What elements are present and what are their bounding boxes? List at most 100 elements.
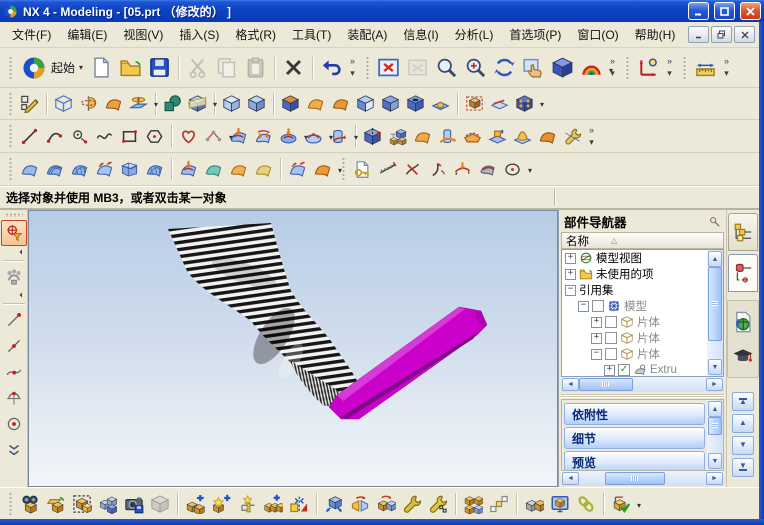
toolbar-grip[interactable] — [9, 157, 12, 181]
menu-item-7[interactable]: 装配(A) — [339, 23, 395, 46]
bounded-plane-icon[interactable] — [142, 157, 167, 182]
minimize-button[interactable] — [688, 2, 709, 20]
tree-expander[interactable]: + — [565, 252, 576, 264]
product-outline-icon[interactable] — [95, 491, 121, 517]
toolbar-grip[interactable] — [9, 491, 12, 516]
zoom-in-out-icon[interactable] — [461, 53, 490, 82]
pad-icon[interactable] — [485, 124, 510, 149]
toolbar-grip[interactable] — [683, 55, 687, 80]
through-curves-icon[interactable] — [42, 157, 67, 182]
scroll-left-arrow[interactable]: ◄ — [562, 378, 579, 391]
scroll-up-arrow[interactable]: ▲ — [708, 251, 722, 267]
tree-row[interactable]: + 片体 — [562, 330, 707, 346]
scroll-to-bottom-button[interactable]: ▼ — [732, 458, 754, 477]
shaded-display-icon[interactable] — [244, 91, 269, 116]
chamfer-icon[interactable] — [353, 91, 378, 116]
sketch-icon[interactable] — [17, 91, 42, 116]
flange-surface-icon[interactable]: ▾ — [310, 157, 342, 182]
linked-body-icon[interactable] — [462, 91, 487, 116]
boss-icon[interactable] — [428, 91, 453, 116]
maximize-button[interactable] — [714, 2, 735, 20]
start-menu-button[interactable]: 起始 ▾ — [17, 54, 87, 82]
pin-icon[interactable] — [708, 215, 721, 228]
scroll-up-arrow[interactable]: ▲ — [708, 401, 722, 417]
flange-icon[interactable] — [303, 91, 328, 116]
assembly-navigator-tab[interactable] — [728, 213, 758, 251]
tree-row[interactable]: + 未使用的项 — [562, 266, 707, 282]
curve-analysis-icon[interactable] — [400, 157, 425, 182]
child-restore-button[interactable] — [711, 26, 732, 43]
draft-check-icon[interactable]: ▾ — [500, 157, 532, 182]
scroll-left-arrow[interactable]: ◄ — [562, 472, 579, 485]
zebra-analysis-surface[interactable] — [168, 223, 363, 411]
snap-point-icon[interactable] — [2, 265, 26, 289]
open-file-icon[interactable] — [116, 53, 145, 82]
section-surface-icon[interactable] — [117, 157, 142, 182]
open-component-icon[interactable] — [43, 491, 69, 517]
scroll-down-arrow[interactable]: ▼ — [708, 453, 722, 469]
history-palette-icon[interactable] — [732, 311, 754, 333]
tree-vertical-scrollbar[interactable]: ▲ ▼ — [707, 250, 723, 376]
toolbar-grip[interactable] — [342, 157, 345, 181]
section-bar-3[interactable]: 预览 — [564, 451, 705, 470]
replace-component-icon[interactable] — [347, 491, 373, 517]
magenta-sheet-body[interactable] — [328, 306, 488, 420]
scroll-to-top-button[interactable]: ▲ — [732, 392, 754, 411]
revolve-icon[interactable] — [76, 91, 101, 116]
arc-icon[interactable] — [42, 124, 67, 149]
move-component-icon[interactable] — [321, 491, 347, 517]
rendering-style-icon[interactable]: ▾ — [577, 53, 613, 82]
surface-analysis-icon[interactable] — [475, 157, 500, 182]
undo-icon[interactable] — [317, 53, 346, 82]
line-icon[interactable] — [17, 124, 42, 149]
wireframe-display-icon[interactable] — [219, 91, 244, 116]
point-on-curve-icon[interactable] — [2, 360, 26, 384]
sections-horizontal-scrollbar[interactable]: ◄ ► — [561, 471, 724, 486]
studio-spline-icon[interactable] — [176, 124, 201, 149]
sections-vertical-scrollbar[interactable]: ▲ ▼ — [707, 400, 723, 470]
new-file-icon[interactable] — [87, 53, 116, 82]
intersection-curve-icon[interactable]: ▾ — [326, 124, 358, 149]
part-navigator-tab[interactable] — [728, 254, 758, 292]
menu-item-12[interactable]: 帮助(H) — [627, 23, 684, 46]
delete-icon[interactable] — [279, 53, 308, 82]
join-curve-icon[interactable]: ▾ — [276, 124, 308, 149]
menu-item-11[interactable]: 窗口(O) — [569, 23, 626, 46]
close-button[interactable] — [740, 2, 761, 20]
toolbar-overflow-icon[interactable]: » ▾ — [585, 125, 598, 147]
sheet-flange-icon[interactable] — [535, 124, 560, 149]
scroll-down-button[interactable]: ▼ — [732, 436, 754, 455]
menu-item-2[interactable]: 编辑(E) — [59, 23, 115, 46]
scroll-right-arrow[interactable]: ► — [706, 378, 723, 391]
scroll-down-arrow[interactable]: ▼ — [708, 359, 722, 375]
end-point-icon[interactable] — [2, 308, 26, 332]
smart-constraint-icon[interactable] — [425, 491, 451, 517]
shaded-view-icon[interactable] — [548, 53, 577, 82]
instance-feature-icon[interactable]: ▾ — [512, 91, 544, 116]
trimmed-sheet-icon[interactable] — [251, 157, 276, 182]
zoom-icon[interactable] — [432, 53, 461, 82]
polygon-icon[interactable] — [142, 124, 167, 149]
model-3d-view[interactable] — [29, 211, 557, 486]
point-set-icon[interactable]: ▾ — [201, 124, 233, 149]
emboss-icon[interactable] — [510, 124, 535, 149]
datum-plane-icon[interactable]: ▾ — [126, 91, 158, 116]
quadrant-point-icon[interactable] — [2, 386, 26, 410]
snapshot-icon[interactable] — [121, 491, 147, 517]
tree-checkbox[interactable] — [605, 348, 617, 360]
menu-item-9[interactable]: 分析(L) — [447, 23, 502, 46]
swept-surface-icon[interactable] — [92, 157, 117, 182]
toolbar-overflow-icon[interactable]: » ▾ — [346, 57, 359, 78]
deviation-check-icon[interactable] — [375, 157, 400, 182]
toolbar-grip[interactable] — [366, 55, 370, 80]
tree-checkbox[interactable] — [605, 332, 617, 344]
tree-row[interactable]: + 片体 — [562, 314, 707, 330]
reflection-analysis-icon[interactable] — [450, 157, 475, 182]
view-triad-icon[interactable] — [634, 53, 663, 82]
tree-checkbox[interactable]: ✓ — [618, 364, 630, 376]
save-icon[interactable] — [145, 53, 174, 82]
fit-view-icon[interactable] — [374, 53, 403, 82]
toolbar-overflow-icon[interactable]: » ▾ — [663, 57, 676, 78]
mirror-assembly-icon[interactable] — [286, 491, 312, 517]
new-component-icon[interactable] — [208, 491, 234, 517]
